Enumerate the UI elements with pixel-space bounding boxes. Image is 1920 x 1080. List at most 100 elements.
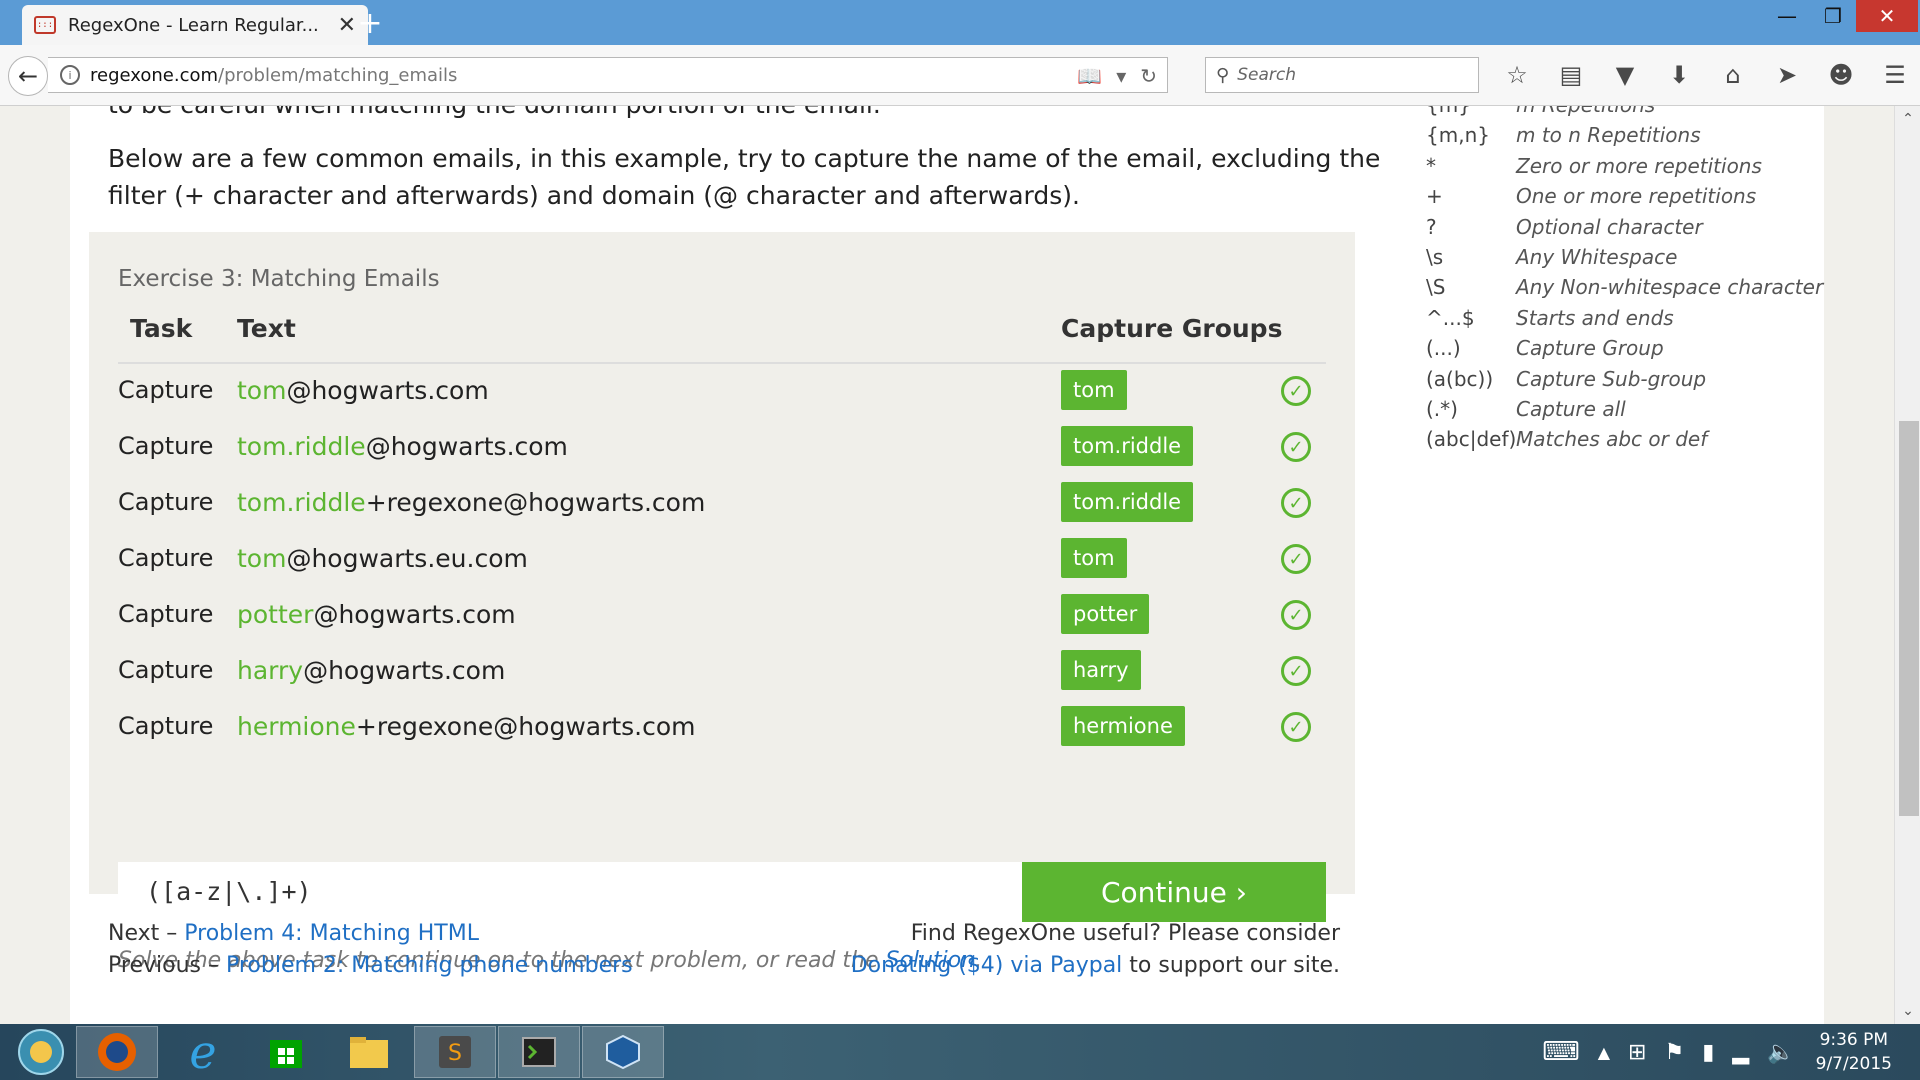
power-icon[interactable]: ▮ xyxy=(1702,1040,1714,1065)
cheatsheet-key: \S xyxy=(1426,275,1446,300)
keyboard-icon[interactable]: ⌨ xyxy=(1542,1037,1580,1067)
donate-line: Find RegexOne useful? Please consider xyxy=(910,921,1340,946)
cheatsheet-key: (.*) xyxy=(1426,397,1458,422)
row-task: Capture xyxy=(118,376,214,404)
chat-icon[interactable]: ☻ xyxy=(1814,59,1868,91)
table-row: Capture hermione+regexone@hogwarts.com h… xyxy=(89,706,1355,762)
new-tab-button[interactable]: + xyxy=(350,6,390,41)
minimize-icon[interactable]: — xyxy=(1764,0,1810,32)
capture-group-badge: tom.riddle xyxy=(1061,482,1194,522)
show-hidden-icons-icon[interactable]: ▲ xyxy=(1598,1043,1610,1062)
table-row: Capture tom@hogwarts.com tom ✓ xyxy=(89,370,1355,426)
store-icon xyxy=(270,1040,302,1068)
tab-title: RegexOne - Learn Regular... xyxy=(68,14,319,36)
scroll-up-icon[interactable]: ⌃ xyxy=(1895,106,1920,132)
taskbar-internet-explorer[interactable]: e xyxy=(162,1025,244,1079)
exercise-panel: Exercise 3: Matching Emails Task Text Ca… xyxy=(89,232,1355,973)
cheatsheet-key: (a(bc)) xyxy=(1426,366,1494,391)
taskbar-store[interactable] xyxy=(245,1026,327,1078)
pocket-icon[interactable]: ▼ xyxy=(1598,59,1652,91)
row-task: Capture xyxy=(118,712,214,740)
cheatsheet-desc: Matches abc or def xyxy=(1516,427,1708,452)
matched-text: tom xyxy=(237,376,287,405)
cheatsheet-desc: Any Whitespace xyxy=(1516,245,1678,270)
windows-flag-icon[interactable]: ⊞ xyxy=(1628,1040,1646,1065)
donate-end: to support our site. xyxy=(1122,953,1340,978)
unmatched-text: @hogwarts.com xyxy=(365,432,568,461)
menu-icon[interactable]: ☰ xyxy=(1868,59,1920,91)
regex-answer-input[interactable]: ([a-z|\.]+) xyxy=(118,862,1023,922)
cheatsheet-key: + xyxy=(1426,184,1443,209)
success-check-icon: ✓ xyxy=(1281,432,1311,462)
start-orb-icon xyxy=(18,1029,64,1075)
url-path: /problem/matching_emails xyxy=(218,64,458,86)
taskbar-terminal[interactable] xyxy=(498,1026,580,1078)
window-close-icon[interactable]: ✕ xyxy=(1856,0,1918,32)
matched-text: tom xyxy=(237,544,287,573)
browser-tab[interactable]: ::: RegexOne - Learn Regular... ✕ xyxy=(22,5,368,45)
row-task: Capture xyxy=(118,600,214,628)
restore-icon[interactable]: ❐ xyxy=(1810,0,1856,32)
cheatsheet-row: * Zero or more repetitions xyxy=(1426,151,1823,181)
cheatsheet-key: ? xyxy=(1426,214,1437,239)
cheatsheet-row: (.*) Capture all xyxy=(1426,394,1823,424)
reload-icon[interactable]: ↻ xyxy=(1140,64,1157,88)
cheatsheet-row: (a(bc)) Capture Sub-group xyxy=(1426,364,1823,394)
taskbar-sublime[interactable]: S xyxy=(414,1026,496,1078)
dropdown-arrow-icon[interactable]: ▾ xyxy=(1116,64,1126,88)
regex-cheatsheet: {m}m Repetitions {m,n} m to n Repetitions… xyxy=(1426,106,1823,455)
volume-icon[interactable]: 🔈 xyxy=(1767,1040,1794,1065)
reader-view-icon[interactable]: 📖 xyxy=(1077,64,1102,88)
browser-titlebar: ::: RegexOne - Learn Regular... ✕ + — ❐ … xyxy=(0,0,1920,45)
continue-button[interactable]: Continue › xyxy=(1022,862,1326,922)
cheatsheet-row: (abc|def) Matches abc or def xyxy=(1426,424,1823,454)
taskbar-file-explorer[interactable] xyxy=(328,1026,410,1078)
taskbar-firefox[interactable] xyxy=(76,1026,158,1078)
cheatsheet-desc: Capture Group xyxy=(1516,336,1664,361)
url-bar[interactable]: i regexone.com/problem/matching_emails 📖… xyxy=(48,57,1168,93)
header-text: Text xyxy=(237,314,296,343)
next-problem-link[interactable]: Problem 4: Matching HTML xyxy=(184,921,479,946)
back-button[interactable]: ← xyxy=(8,56,48,96)
unmatched-text: @hogwarts.com xyxy=(303,656,506,685)
reading-list-icon[interactable]: ▤ xyxy=(1544,59,1598,91)
svg-text:S: S xyxy=(448,1041,462,1066)
table-row: Capture tom@hogwarts.eu.com tom ✓ xyxy=(89,538,1355,594)
bookmark-star-icon[interactable]: ☆ xyxy=(1490,59,1544,91)
previous-problem-link[interactable]: Problem 2: Matching phone numbers xyxy=(226,953,633,978)
success-check-icon: ✓ xyxy=(1281,544,1311,574)
start-button[interactable] xyxy=(0,1026,82,1078)
table-row: Capture tom.riddle@hogwarts.com tom.ridd… xyxy=(89,426,1355,482)
next-prefix: Next – xyxy=(108,921,185,946)
table-row: Capture tom.riddle+regexone@hogwarts.com… xyxy=(89,482,1355,538)
download-icon[interactable]: ⬇ xyxy=(1652,59,1706,91)
unmatched-text: +regexone@hogwarts.com xyxy=(365,488,706,517)
share-icon[interactable]: ➤ xyxy=(1760,59,1814,91)
unmatched-text: +regexone@hogwarts.com xyxy=(355,712,696,741)
cheatsheet-key: (abc|def) xyxy=(1426,427,1517,452)
search-input[interactable]: ⚲ Search xyxy=(1205,57,1479,93)
clock[interactable]: 9:36 PM 9/7/2015 xyxy=(1816,1028,1892,1076)
taskbar-virtualbox[interactable] xyxy=(582,1026,664,1078)
row-task: Capture xyxy=(118,656,214,684)
network-signal-icon[interactable]: ▂ xyxy=(1732,1040,1749,1065)
unmatched-text: @hogwarts.com xyxy=(286,376,489,405)
vertical-scrollbar[interactable]: ⌃ ⌄ xyxy=(1894,106,1920,1024)
cheatsheet-row: \S Any Non-whitespace character xyxy=(1426,272,1823,302)
header-divider xyxy=(118,362,1326,364)
cheatsheet-row: (...) Capture Group xyxy=(1426,333,1823,363)
windows-taskbar: e S ⌨ ▲ ⊞ ⚑ ▮ ▂ 🔈 9:36 PM 9/7/2015 xyxy=(0,1024,1920,1080)
cheatsheet-row: \s Any Whitespace xyxy=(1426,242,1823,272)
capture-group-badge: potter xyxy=(1061,594,1150,634)
scroll-down-icon[interactable]: ⌄ xyxy=(1895,998,1920,1024)
scrollbar-thumb[interactable] xyxy=(1899,421,1919,816)
clock-date: 9/7/2015 xyxy=(1815,1054,1892,1074)
header-task: Task xyxy=(130,314,193,343)
success-check-icon: ✓ xyxy=(1281,712,1311,742)
donate-link[interactable]: Donating ($4) via Paypal xyxy=(851,953,1123,978)
site-info-icon[interactable]: i xyxy=(60,65,80,85)
action-center-flag-icon[interactable]: ⚑ xyxy=(1664,1040,1684,1065)
intro-paragraph: Below are a few common emails, in this e… xyxy=(108,144,1381,210)
capture-group-badge: tom.riddle xyxy=(1061,426,1194,466)
home-icon[interactable]: ⌂ xyxy=(1706,59,1760,91)
